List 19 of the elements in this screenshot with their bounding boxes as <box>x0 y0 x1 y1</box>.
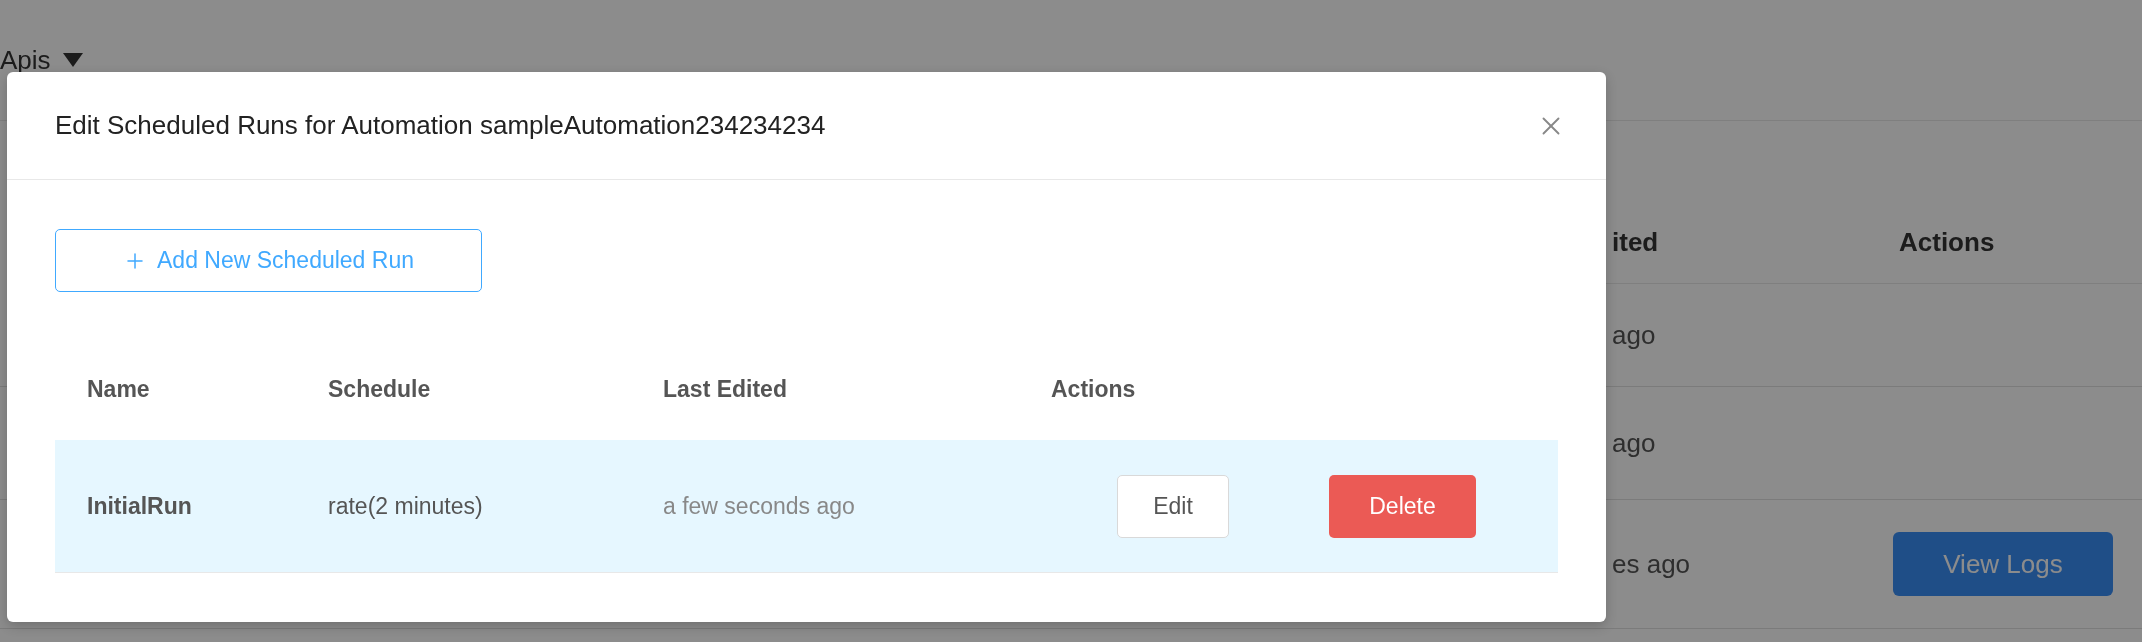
caret-icon <box>62 53 83 67</box>
column-header: Actions <box>1051 375 1136 403</box>
table-cell: es ago <box>1612 548 1691 580</box>
column-header: Schedule <box>328 375 431 403</box>
edit-button[interactable]: Edit <box>1117 474 1229 538</box>
column-header: Name <box>87 375 150 403</box>
add-scheduled-run-button[interactable]: Add New Scheduled Run <box>55 229 482 292</box>
table-cell: InitialRun <box>87 492 192 520</box>
modal-title: Edit Scheduled Runs for Automation sampleAutomation234234234 <box>55 110 826 141</box>
table-cell: rate(2 minutes) <box>328 492 483 520</box>
nav-menu-label[interactable]: Apis <box>0 44 51 76</box>
column-header: Actions <box>1899 226 1995 258</box>
table-cell: a few seconds ago <box>663 492 855 520</box>
column-header: ited <box>1612 226 1659 258</box>
table-cell: ago <box>1612 319 1656 351</box>
table-cell: ago <box>1612 427 1656 459</box>
column-header: Last Edited <box>663 375 787 403</box>
delete-button[interactable]: Delete <box>1329 474 1476 538</box>
view-logs-button[interactable]: View Logs <box>1893 532 2113 596</box>
